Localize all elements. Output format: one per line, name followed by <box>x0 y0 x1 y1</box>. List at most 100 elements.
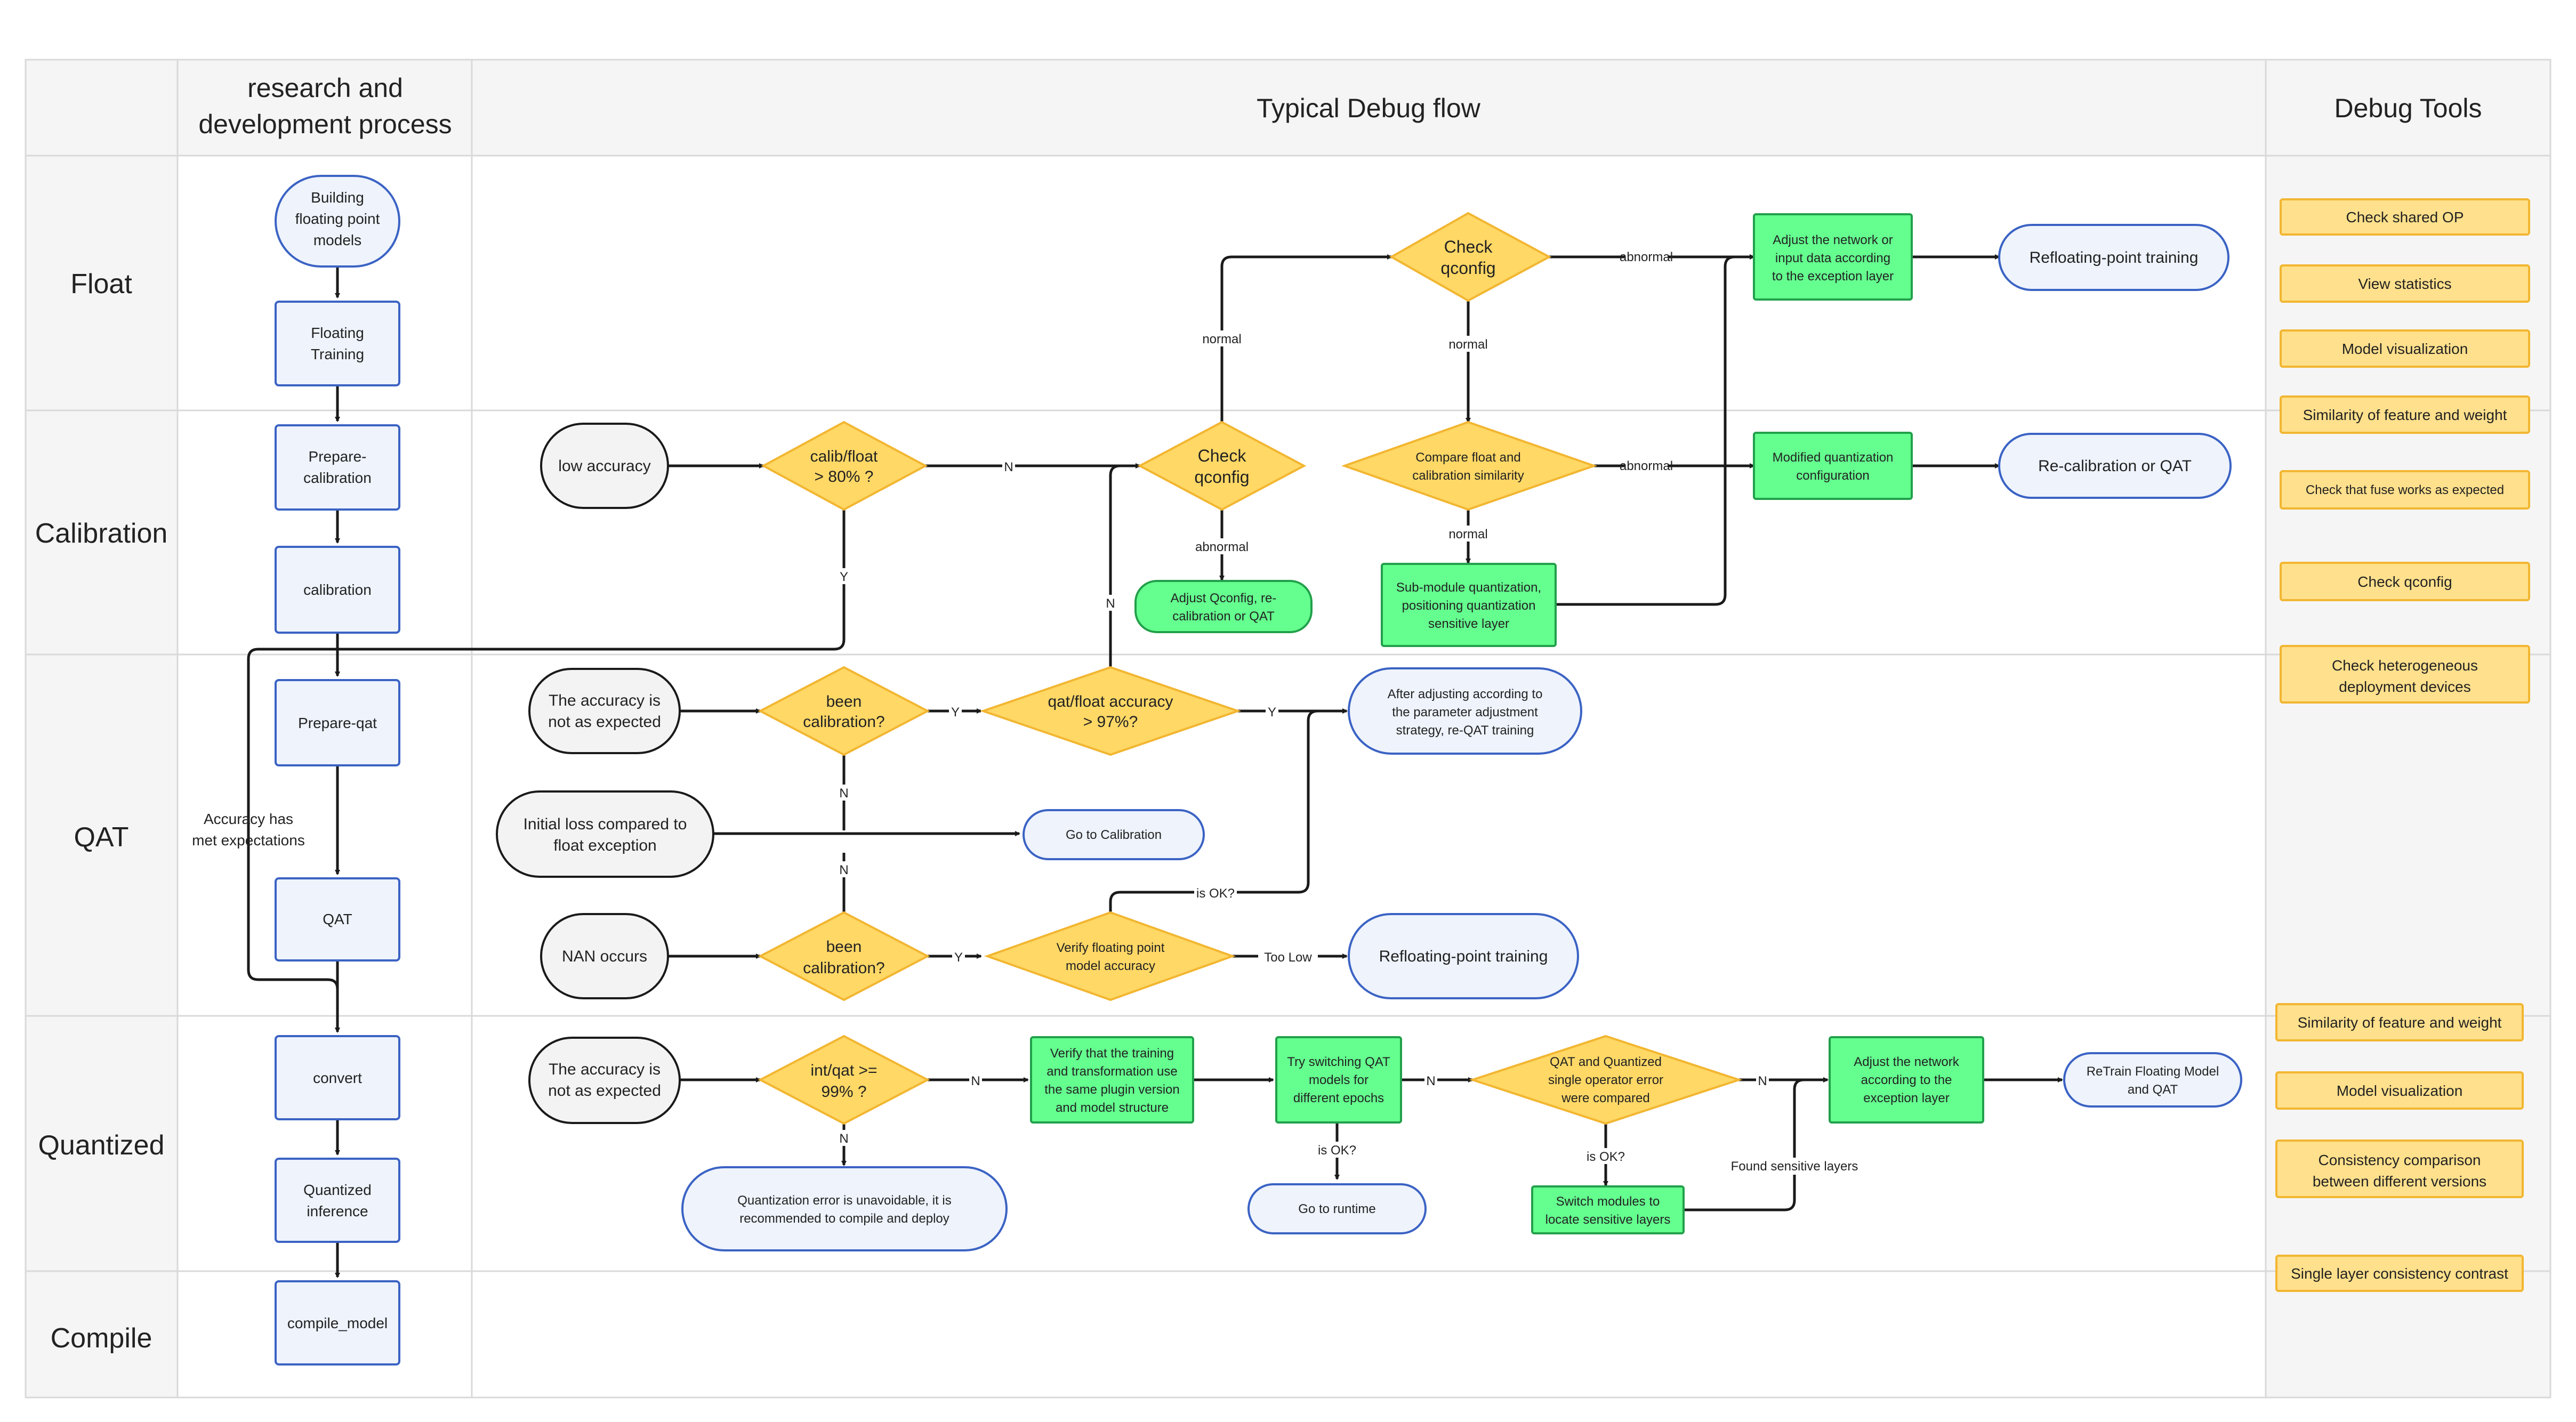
node-modified-config: Modified quantization configuration <box>1753 432 1913 500</box>
svg-text:Compare float and: Compare float and <box>1415 450 1520 465</box>
svg-text:Floating: Floating <box>311 325 364 341</box>
svg-text:according to the: according to the <box>1861 1073 1952 1087</box>
svg-text:normal: normal <box>1448 527 1487 542</box>
tool-single-layer-consistency: Single layer consistency contrast <box>2275 1255 2524 1292</box>
tools-header: Debug Tools <box>2334 93 2482 123</box>
svg-text:Go to runtime: Go to runtime <box>1298 1202 1375 1216</box>
svg-text:Check: Check <box>1444 237 1493 256</box>
decision-been-calibration-1: been calibration? <box>758 666 930 756</box>
svg-text:been: been <box>826 938 862 956</box>
svg-text:After adjusting according to: After adjusting according to <box>1388 687 1543 701</box>
svg-text:Similarity of feature and weig: Similarity of feature and weight <box>2303 407 2507 423</box>
svg-text:calibration similarity: calibration similarity <box>1412 468 1524 483</box>
svg-text:Too Low: Too Low <box>1264 950 1312 965</box>
tool-model-visualization-2: Model visualization <box>2275 1071 2524 1110</box>
svg-text:N: N <box>839 786 848 801</box>
svg-text:is OK?: is OK? <box>1318 1143 1356 1158</box>
row-label-compile: Compile <box>51 1323 152 1354</box>
svg-text:N: N <box>971 1074 980 1088</box>
decision-int-qat: int/qat >= 99% ? <box>758 1035 930 1125</box>
node-try-switching: Try switching QAT models for different e… <box>1275 1036 1402 1124</box>
svg-text:Refloating-point training: Refloating-point training <box>2030 249 2199 266</box>
svg-text:calibration: calibration <box>303 470 372 486</box>
svg-text:input data according: input data according <box>1775 251 1890 265</box>
svg-text:between different versions: between different versions <box>2313 1173 2486 1190</box>
svg-text:and transformation use: and transformation use <box>1046 1064 1177 1079</box>
svg-text:qconfig: qconfig <box>1440 258 1495 278</box>
svg-text:float exception: float exception <box>553 837 656 854</box>
node-recalibration-or-qat: Re-calibration or QAT <box>1998 433 2232 499</box>
node-adjust-network-float: Adjust the network or input data accordi… <box>1753 213 1913 301</box>
node-switch-modules: Switch modules to locate sensitive layer… <box>1531 1185 1685 1234</box>
svg-text:99% ?: 99% ? <box>821 1083 866 1101</box>
svg-text:Y: Y <box>951 705 960 720</box>
svg-text:Single layer consistency contr: Single layer consistency contrast <box>2291 1265 2508 1282</box>
svg-text:low accuracy: low accuracy <box>558 457 650 475</box>
svg-text:Found sensitive layers: Found sensitive layers <box>1731 1159 1858 1174</box>
node-verify-training: Verify that the training and transformat… <box>1030 1036 1194 1124</box>
svg-text:is OK?: is OK? <box>1196 886 1235 901</box>
svg-text:Sub-module quantization,: Sub-module quantization, <box>1396 580 1541 595</box>
svg-text:Modified quantization: Modified quantization <box>1773 450 1894 465</box>
svg-text:Check shared OP: Check shared OP <box>2346 209 2464 225</box>
decision-compare-similarity: Compare float and calibration similarity <box>1341 421 1598 511</box>
svg-text:Quantization error is unavoida: Quantization error is unavoidable, it is <box>737 1193 952 1208</box>
svg-text:Prepare-qat: Prepare-qat <box>298 715 377 731</box>
svg-text:Quantized: Quantized <box>303 1182 372 1198</box>
node-nan-occurs: NAN occurs <box>540 913 669 999</box>
row-label-calibration: Calibration <box>35 518 168 549</box>
node-initial-loss: Initial loss compared to float exception <box>496 790 714 878</box>
svg-text:Verify that the training: Verify that the training <box>1050 1046 1174 1061</box>
svg-text:calib/float: calib/float <box>810 448 878 465</box>
process-node-prepare-qat: Prepare-qat <box>275 679 400 766</box>
decision-check-qconfig-float: Check qconfig <box>1389 212 1552 302</box>
svg-text:calibration?: calibration? <box>803 959 884 977</box>
svg-text:Model visualization: Model visualization <box>2342 341 2468 357</box>
svg-text:The accuracy is: The accuracy is <box>549 1061 661 1078</box>
process-node-qat: QAT <box>275 877 400 962</box>
svg-text:Training: Training <box>311 346 364 362</box>
node-retrain: ReTrain Floating Model and QAT <box>2063 1052 2242 1108</box>
svg-text:inference: inference <box>307 1203 368 1219</box>
svg-text:> 97%?: > 97%? <box>1083 713 1138 731</box>
svg-text:ReTrain Floating Model: ReTrain Floating Model <box>2087 1064 2219 1079</box>
svg-text:QAT and Quantized: QAT and Quantized <box>1550 1055 1662 1069</box>
svg-text:abnormal: abnormal <box>1620 459 1673 473</box>
svg-text:abnormal: abnormal <box>1620 250 1673 264</box>
svg-text:exception layer: exception layer <box>1863 1091 1949 1105</box>
node-adjust-network-quantized: Adjust the network according to the exce… <box>1829 1036 1984 1124</box>
svg-text:to the exception layer: to the exception layer <box>1772 269 1894 284</box>
process-header-line1: research and <box>247 73 403 103</box>
svg-text:N: N <box>839 1132 848 1146</box>
svg-text:and QAT: and QAT <box>2128 1082 2178 1097</box>
svg-text:recommended to compile and dep: recommended to compile and deploy <box>739 1211 949 1226</box>
svg-text:abnormal: abnormal <box>1195 540 1249 554</box>
svg-text:Refloating-point training: Refloating-point training <box>1379 948 1548 965</box>
svg-text:Go to Calibration: Go to Calibration <box>1066 828 1162 842</box>
process-node-quantized-inference: Quantized inference <box>275 1158 400 1243</box>
node-refloating-training-qat: Refloating-point training <box>1348 913 1579 999</box>
svg-text:models: models <box>313 232 361 248</box>
svg-text:NAN occurs: NAN occurs <box>562 948 647 965</box>
svg-text:Initial loss compared to: Initial loss compared to <box>524 815 687 833</box>
svg-text:Check: Check <box>1198 446 1247 465</box>
svg-text:is OK?: is OK? <box>1587 1150 1625 1164</box>
svg-text:model accuracy: model accuracy <box>1066 959 1155 973</box>
svg-text:View statistics: View statistics <box>2358 276 2451 292</box>
svg-text:been: been <box>826 693 862 710</box>
svg-text:normal: normal <box>1448 337 1487 352</box>
svg-text:Switch modules to: Switch modules to <box>1556 1194 1660 1209</box>
svg-text:were compared: were compared <box>1561 1091 1649 1105</box>
svg-text:configuration: configuration <box>1796 468 1869 483</box>
svg-text:N: N <box>1004 460 1013 474</box>
accuracy-met-label-2: met expectations <box>192 832 305 849</box>
process-node-convert: convert <box>275 1035 400 1120</box>
svg-text:Y: Y <box>1268 705 1276 720</box>
decision-qat-quantized-compare: QAT and Quantized single operator error … <box>1469 1035 1743 1125</box>
svg-text:the parameter adjustment: the parameter adjustment <box>1392 705 1538 720</box>
svg-text:different epochs: different epochs <box>1293 1091 1384 1105</box>
svg-text:Check qconfig: Check qconfig <box>2357 573 2452 590</box>
tool-check-qconfig: Check qconfig <box>2280 562 2530 601</box>
svg-text:not as expected: not as expected <box>548 713 661 731</box>
svg-text:Adjust the network: Adjust the network <box>1854 1055 1959 1069</box>
